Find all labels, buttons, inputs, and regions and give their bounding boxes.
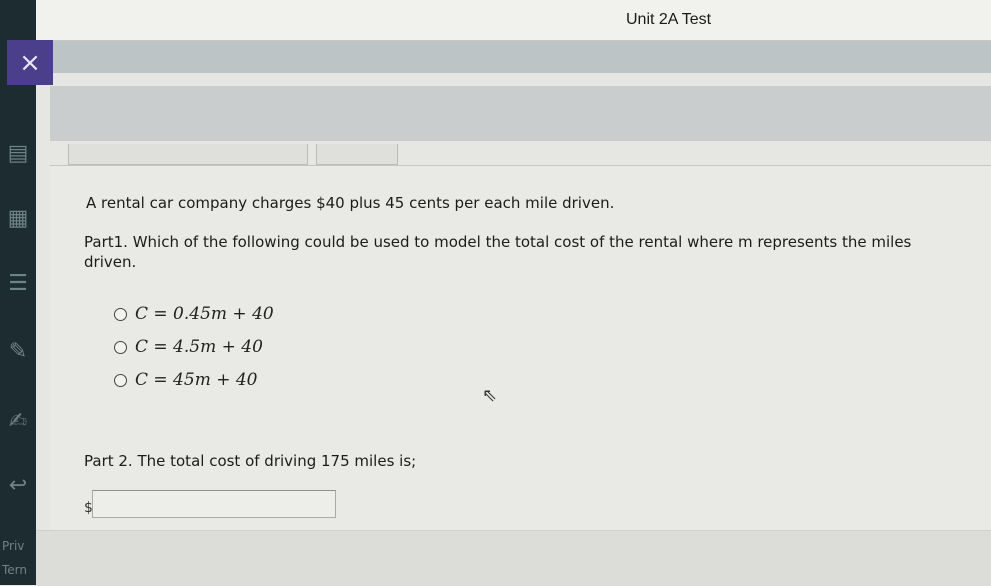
option-1[interactable]: C = 0.45m + 40 bbox=[114, 304, 274, 324]
pencil-icon[interactable]: ✎ bbox=[4, 338, 32, 366]
page-title: Unit 2A Test bbox=[626, 11, 712, 28]
radio-button[interactable] bbox=[114, 307, 127, 321]
question-intro: A rental car company charges $40 plus 45… bbox=[86, 194, 615, 212]
question-tab-secondary[interactable] bbox=[316, 144, 398, 165]
back-icon[interactable]: ↩ bbox=[4, 472, 32, 500]
option-label: C = 4.5m + 40 bbox=[135, 337, 263, 357]
privacy-link[interactable]: Priv bbox=[2, 539, 36, 553]
title-bar: Unit 2A Test bbox=[36, 0, 991, 41]
option-3[interactable]: C = 45m + 40 bbox=[114, 370, 258, 390]
side-navigation-rail: ▤ ▦ ☰ ✎ ✍ ↩ Priv Tern bbox=[0, 0, 36, 585]
radio-button[interactable] bbox=[114, 373, 127, 387]
edit-icon[interactable]: ✍ bbox=[4, 408, 32, 436]
close-icon: × bbox=[19, 47, 41, 78]
header-band bbox=[53, 41, 991, 73]
part2-prompt: Part 2. The total cost of driving 175 mi… bbox=[84, 452, 417, 470]
option-label: C = 45m + 40 bbox=[135, 370, 258, 390]
calendar-icon[interactable]: ▦ bbox=[4, 205, 32, 233]
question-header-band bbox=[50, 86, 991, 141]
close-button[interactable]: × bbox=[7, 40, 53, 85]
option-label: C = 0.45m + 40 bbox=[135, 304, 274, 324]
bottom-bar bbox=[36, 530, 991, 586]
question-tab[interactable] bbox=[68, 144, 308, 165]
notes-icon[interactable]: ☰ bbox=[4, 270, 32, 298]
calculator-icon[interactable]: ▤ bbox=[4, 140, 32, 168]
radio-button[interactable] bbox=[114, 340, 127, 354]
terms-link[interactable]: Tern bbox=[2, 563, 36, 577]
part1-prompt: Part1. Which of the following could be u… bbox=[84, 233, 912, 271]
option-2[interactable]: C = 4.5m + 40 bbox=[114, 337, 263, 357]
mouse-cursor-icon: ⇖ bbox=[482, 385, 498, 406]
answer-input[interactable] bbox=[92, 490, 336, 518]
